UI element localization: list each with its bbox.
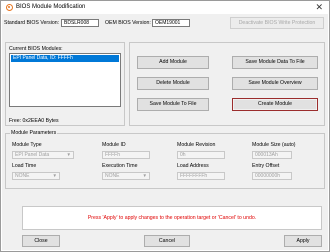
module-type-value: EPI Panel Data <box>15 152 50 158</box>
save-overview-button[interactable]: Save Module Overview <box>232 77 318 90</box>
module-type-label: Module Type <box>12 142 42 148</box>
free-bytes-label: Free: 0x2EEA0 Bytes <box>9 118 59 124</box>
execution-time-label: Execution Time <box>102 163 138 169</box>
save-module-file-button[interactable]: Save Module To File <box>137 98 209 111</box>
module-id-field[interactable]: FFFFh <box>102 151 150 159</box>
close-button[interactable]: Close <box>22 235 60 247</box>
execution-time-select[interactable]: NONE ▼ <box>102 172 150 180</box>
modules-panel: Current BIOS Modules: EPI Panel Data, ID… <box>5 42 125 126</box>
module-id-label: Module ID <box>102 142 126 148</box>
module-parameters-title: Module Parameters <box>10 130 58 137</box>
load-time-label: Load Time <box>12 163 37 169</box>
entry-offset-field[interactable]: 00000000h <box>252 172 292 180</box>
load-time-select[interactable]: NONE ▼ <box>12 172 60 180</box>
status-panel: Press 'Apply' to apply changes to the op… <box>22 206 322 230</box>
load-address-label: Load Address <box>177 163 209 169</box>
close-icon[interactable]: ✕ <box>315 2 323 12</box>
module-list-item[interactable]: EPI Panel Data, ID: FFFFh <box>11 55 119 62</box>
load-address-field[interactable]: FFFFFFFFh <box>177 172 225 180</box>
module-size-field: 000013Ah <box>252 151 292 159</box>
delete-module-button[interactable]: Delete Module <box>137 77 209 90</box>
title-bar: BIOS Module Modification ✕ <box>1 1 329 14</box>
bios-module-window: BIOS Module Modification ✕ Standard BIOS… <box>0 0 330 252</box>
deactivate-write-protection-button[interactable]: Deactivate BIOS Write Protection <box>230 17 324 29</box>
execution-time-value: NONE <box>105 173 120 179</box>
load-time-value: NONE <box>15 173 30 179</box>
chevron-down-icon: ▼ <box>66 152 71 157</box>
chevron-down-icon: ▼ <box>52 173 57 178</box>
dialog-body: Standard BIOS Version: BDSLR008 OEM BIOS… <box>2 14 328 250</box>
apply-button[interactable]: Apply <box>284 235 322 247</box>
create-module-button[interactable]: Create Module <box>232 98 318 111</box>
add-module-button[interactable]: Add Module <box>137 56 209 69</box>
cancel-button[interactable]: Cancel <box>144 235 190 247</box>
oem-version-label: OEM BIOS Version: <box>105 20 151 26</box>
chevron-down-icon: ▼ <box>142 173 147 178</box>
modules-list[interactable]: EPI Panel Data, ID: FFFFh <box>9 53 121 107</box>
modules-title: Current BIOS Modules: <box>9 46 63 52</box>
oem-version-field: OEM19001 <box>152 19 190 27</box>
standard-version-label: Standard BIOS Version: <box>4 20 60 26</box>
window-title: BIOS Module Modification <box>16 4 86 10</box>
status-message: Press 'Apply' to apply changes to the op… <box>87 215 257 221</box>
entry-offset-label: Entry Offset <box>252 163 280 169</box>
app-icon <box>6 4 13 11</box>
save-module-data-button[interactable]: Save Module Data To File <box>232 56 318 69</box>
actions-panel: Add Module Save Module Data To File Dele… <box>129 42 325 126</box>
module-revision-field[interactable]: 0h <box>177 151 225 159</box>
module-size-label: Module Size (auto) <box>252 142 296 148</box>
module-type-select[interactable]: EPI Panel Data ▼ <box>12 151 74 159</box>
standard-version-field: BDSLR008 <box>61 19 99 27</box>
module-parameters-group: Module Parameters Module Type EPI Panel … <box>5 130 325 189</box>
module-revision-label: Module Revision <box>177 142 216 148</box>
